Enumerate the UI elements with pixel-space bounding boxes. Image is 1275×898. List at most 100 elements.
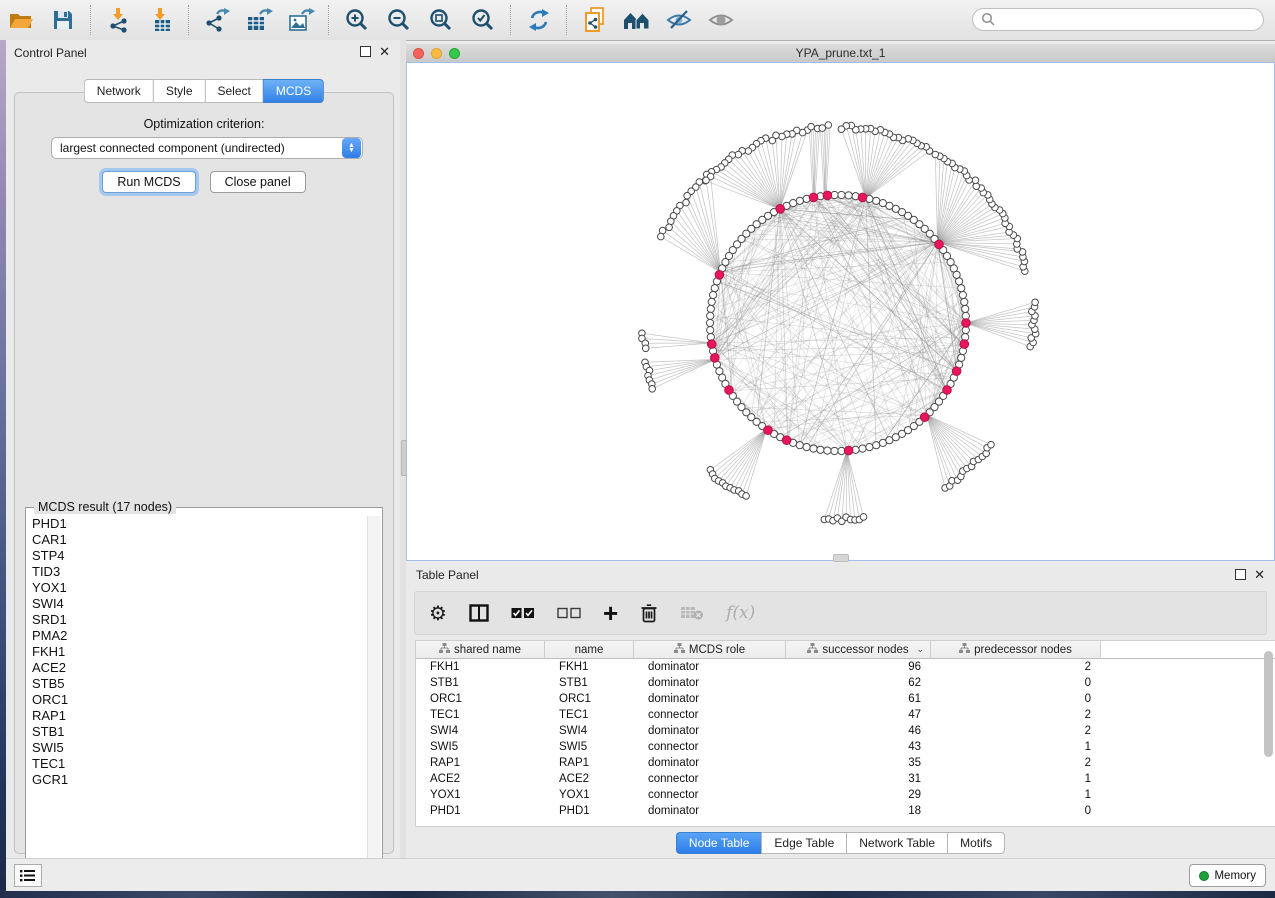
tab-style[interactable]: Style: [153, 79, 205, 103]
node-table-header-row[interactable]: shared namename MCDS role successor nodes ⌄…: [416, 641, 1275, 659]
toolbar-separator: [188, 5, 190, 35]
network-canvas[interactable]: [406, 62, 1275, 561]
mcds-result-item[interactable]: FKH1: [32, 644, 368, 660]
float-panel-icon[interactable]: [360, 46, 371, 57]
mcds-result-item[interactable]: STB1: [32, 724, 368, 740]
tab-edge-table[interactable]: Edge Table: [761, 832, 846, 854]
mcds-result-scrollbar[interactable]: [367, 516, 381, 879]
mcds-result-item[interactable]: ORC1: [32, 692, 368, 708]
table-row[interactable]: ACE2ACE2connector311: [416, 771, 1275, 787]
tab-mcds[interactable]: MCDS: [263, 79, 324, 103]
cell-predecessor_nodes: 0: [931, 691, 1101, 707]
node-table[interactable]: shared namename MCDS role successor nodes ⌄…: [415, 640, 1275, 827]
optimization-criterion-select[interactable]: largest connected component (undirected)…: [51, 137, 363, 159]
close-panel-icon[interactable]: ✕: [379, 47, 390, 56]
zoom-selected-icon[interactable]: [464, 4, 502, 36]
mcds-result-item[interactable]: STP4: [32, 548, 368, 564]
desktop-wallpaper-bottom: [0, 890, 1275, 898]
zoom-fit-icon[interactable]: [422, 4, 460, 36]
mcds-result-item[interactable]: ACE2: [32, 660, 368, 676]
table-row[interactable]: PHD1PHD1dominator180: [416, 803, 1275, 819]
new-network-from-selection-icon[interactable]: [576, 4, 614, 36]
export-image-icon[interactable]: [282, 4, 320, 36]
run-mcds-button[interactable]: Run MCDS: [102, 171, 195, 193]
mcds-result-item[interactable]: CAR1: [32, 532, 368, 548]
export-table-icon[interactable]: [240, 4, 278, 36]
mcds-result-item[interactable]: TID3: [32, 564, 368, 580]
cell-shared_name: SWI4: [416, 723, 545, 739]
network-graph[interactable]: [407, 63, 1274, 560]
mcds-result-item[interactable]: PMA2: [32, 628, 368, 644]
memory-button[interactable]: Memory: [1189, 864, 1266, 887]
cell-name: STB1: [545, 675, 634, 691]
task-history-button[interactable]: [14, 864, 42, 887]
table-row[interactable]: ORC1ORC1dominator610: [416, 691, 1275, 707]
import-table-icon[interactable]: [142, 4, 180, 36]
table-settings-icon[interactable]: ⚙: [429, 601, 447, 626]
network-window-titlebar[interactable]: YPA_prune.txt_1: [406, 44, 1275, 63]
save-session-icon[interactable]: [44, 4, 82, 36]
control-panel-tabs: NetworkStyleSelectMCDS: [84, 79, 324, 103]
zoom-out-icon[interactable]: [380, 4, 418, 36]
column-header-shared-name[interactable]: shared name: [416, 641, 545, 659]
horizontal-splitter-handle[interactable]: [833, 554, 849, 562]
close-panel-button[interactable]: Close panel: [210, 171, 306, 193]
show-columns-icon[interactable]: [469, 604, 489, 622]
mcds-result-item[interactable]: TEC1: [32, 756, 368, 772]
column-label: MCDS role: [689, 644, 745, 656]
open-session-icon[interactable]: [2, 4, 40, 36]
column-header-MCDS-role[interactable]: MCDS role: [634, 641, 786, 659]
table-row[interactable]: SWI4SWI4dominator462: [416, 723, 1275, 739]
table-row[interactable]: YOX1YOX1connector291: [416, 787, 1275, 803]
show-graphics-details-icon[interactable]: [702, 4, 740, 36]
tab-network-table[interactable]: Network Table: [846, 832, 947, 854]
cell-successor_nodes: 62: [786, 675, 931, 691]
tab-motifs[interactable]: Motifs: [947, 832, 1005, 854]
table-row[interactable]: RAP1RAP1dominator352: [416, 755, 1275, 771]
toolbar-separator: [566, 5, 568, 35]
table-scrollbar[interactable]: [1264, 643, 1273, 823]
tab-network[interactable]: Network: [84, 79, 153, 103]
hide-graphics-details-icon[interactable]: [660, 4, 698, 36]
tab-node-table[interactable]: Node Table: [676, 832, 762, 854]
export-network-icon[interactable]: [198, 4, 236, 36]
zoom-in-icon[interactable]: [338, 4, 376, 36]
cell-predecessor_nodes: 1: [931, 739, 1101, 755]
refresh-icon[interactable]: [520, 4, 558, 36]
deselect-all-icon[interactable]: [557, 607, 581, 619]
mcds-result-item[interactable]: SWI4: [32, 596, 368, 612]
close-table-panel-icon[interactable]: ✕: [1254, 570, 1265, 579]
mcds-result-item[interactable]: GCR1: [32, 772, 368, 788]
toolbar-separator: [90, 5, 92, 35]
table-row[interactable]: STB1STB1dominator620: [416, 675, 1275, 691]
cell-name: PHD1: [545, 803, 634, 819]
control-panel-title: Control Panel: [14, 46, 87, 60]
status-bar: Memory: [6, 858, 1275, 891]
table-scrollbar-thumb[interactable]: [1264, 651, 1273, 757]
mcds-result-item[interactable]: STB5: [32, 676, 368, 692]
column-header-successor-nodes[interactable]: successor nodes ⌄: [786, 641, 931, 659]
delete-column-icon[interactable]: [640, 603, 658, 623]
mcds-result-item[interactable]: RAP1: [32, 708, 368, 724]
column-header-name[interactable]: name: [545, 641, 634, 659]
import-network-icon[interactable]: [100, 4, 138, 36]
mcds-result-list[interactable]: PHD1CAR1STP4TID3YOX1SWI4SRD1PMA2FKH1ACE2…: [27, 516, 368, 879]
node-table-body[interactable]: FKH1FKH1dominator962STB1STB1dominator620…: [416, 659, 1275, 819]
ndex-browse-icon[interactable]: [618, 4, 656, 36]
float-table-panel-icon[interactable]: [1235, 569, 1246, 580]
search-input[interactable]: [972, 8, 1264, 31]
table-row[interactable]: TEC1TEC1connector472: [416, 707, 1275, 723]
mcds-result-item[interactable]: YOX1: [32, 580, 368, 596]
mcds-result-item[interactable]: PHD1: [32, 516, 368, 532]
column-header-predecessor-nodes[interactable]: predecessor nodes: [931, 641, 1101, 659]
table-row[interactable]: FKH1FKH1dominator962: [416, 659, 1275, 675]
add-column-icon[interactable]: +: [603, 603, 618, 623]
cell-name: SWI4: [545, 723, 634, 739]
tab-select[interactable]: Select: [205, 79, 263, 103]
column-label: successor nodes: [822, 644, 908, 656]
mcds-result-item[interactable]: SWI5: [32, 740, 368, 756]
select-all-icon[interactable]: [511, 607, 535, 619]
sort-indicator-icon: ⌄: [916, 644, 924, 655]
mcds-result-item[interactable]: SRD1: [32, 612, 368, 628]
table-row[interactable]: SWI5SWI5connector431: [416, 739, 1275, 755]
